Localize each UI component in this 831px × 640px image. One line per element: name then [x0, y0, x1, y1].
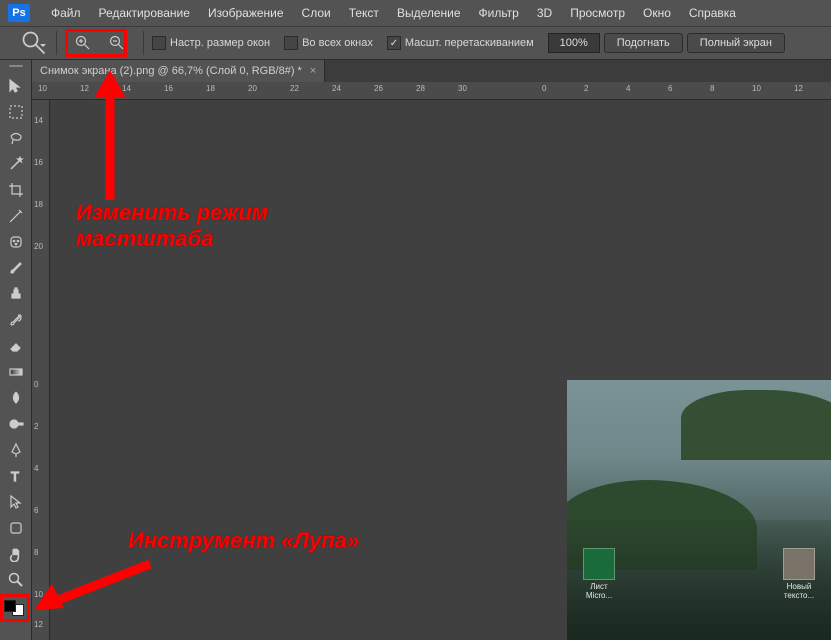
app-logo: Ps [8, 4, 30, 22]
checkbox-icon[interactable] [152, 36, 166, 50]
canvas-image-content: Лист Micro... Новый тексто... [567, 380, 831, 640]
color-swatches[interactable] [0, 596, 31, 620]
blur-tool[interactable] [2, 385, 30, 410]
eraser-tool[interactable] [2, 333, 30, 358]
lasso-tool[interactable] [2, 125, 30, 150]
options-bar: Настр. размер окон Во всех окнах Масшт. … [0, 26, 831, 60]
checkbox-icon[interactable] [284, 36, 298, 50]
zoom-out-button[interactable] [103, 31, 131, 56]
checkbox-icon[interactable] [387, 36, 401, 50]
scrubby-zoom-label: Масшт. перетаскиванием [405, 37, 534, 49]
horizontal-ruler: 10 12 14 16 18 20 22 24 26 28 30 0 2 4 6… [32, 82, 831, 100]
zoom-percent-input[interactable] [548, 33, 600, 53]
menu-window[interactable]: Окно [634, 6, 680, 20]
menu-select[interactable]: Выделение [388, 6, 470, 20]
foreground-color[interactable] [4, 600, 16, 612]
shape-tool[interactable] [2, 515, 30, 540]
divider [143, 31, 144, 55]
annotation-arrow-icon [80, 70, 140, 210]
divider [56, 31, 57, 55]
menu-text[interactable]: Текст [340, 6, 388, 20]
fit-screen-button[interactable]: Подогнать [604, 33, 683, 53]
menu-help[interactable]: Справка [680, 6, 745, 20]
hand-tool[interactable] [2, 541, 30, 566]
full-screen-button[interactable]: Полный экран [687, 33, 785, 53]
document-tab[interactable]: Снимок экрана (2).png @ 66,7% (Слой 0, R… [32, 60, 325, 82]
menu-view[interactable]: Просмотр [561, 6, 634, 20]
brush-tool[interactable] [2, 255, 30, 280]
close-icon[interactable]: × [310, 65, 316, 77]
all-windows-option[interactable]: Во всех окнах [284, 36, 373, 50]
move-tool[interactable] [2, 73, 30, 98]
desktop-file-icon: Новый тексто... [777, 548, 821, 600]
menu-3d[interactable]: 3D [528, 6, 561, 20]
gradient-tool[interactable] [2, 359, 30, 384]
eyedropper-tool[interactable] [2, 203, 30, 228]
path-selection-tool[interactable] [2, 489, 30, 514]
desktop-file-icon: Лист Micro... [577, 548, 621, 600]
annotation-text: Инструмент «Лупа» [128, 528, 359, 554]
type-tool[interactable]: T [2, 463, 30, 488]
healing-brush-tool[interactable] [2, 229, 30, 254]
toolbox-grip[interactable] [0, 60, 31, 72]
all-windows-label: Во всех окнах [302, 37, 373, 49]
crop-tool[interactable] [2, 177, 30, 202]
menu-file[interactable]: Файл [42, 6, 90, 20]
menu-image[interactable]: Изображение [199, 6, 293, 20]
history-brush-tool[interactable] [2, 307, 30, 332]
resize-windows-option[interactable]: Настр. размер окон [152, 36, 270, 50]
document-tab-strip: Снимок экрана (2).png @ 66,7% (Слой 0, R… [32, 60, 831, 82]
menu-edit[interactable]: Редактирование [90, 6, 199, 20]
svg-text:T: T [11, 469, 19, 484]
menu-layers[interactable]: Слои [293, 6, 340, 20]
zoom-in-button[interactable] [69, 31, 97, 56]
toolbox: T [0, 60, 32, 640]
zoom-tool[interactable] [2, 567, 30, 592]
annotation-text: Изменить режим мастштаба [76, 200, 276, 253]
scrubby-zoom-option[interactable]: Масшт. перетаскиванием [387, 36, 534, 50]
annotation-arrow-icon [30, 556, 160, 616]
menu-bar: Ps Файл Редактирование Изображение Слои … [0, 0, 831, 26]
pen-tool[interactable] [2, 437, 30, 462]
dodge-tool[interactable] [2, 411, 30, 436]
clone-stamp-tool[interactable] [2, 281, 30, 306]
marquee-tool[interactable] [2, 99, 30, 124]
magic-wand-tool[interactable] [2, 151, 30, 176]
current-tool-indicator[interactable] [20, 32, 48, 54]
menu-filter[interactable]: Фильтр [470, 6, 528, 20]
resize-windows-label: Настр. размер окон [170, 37, 270, 49]
